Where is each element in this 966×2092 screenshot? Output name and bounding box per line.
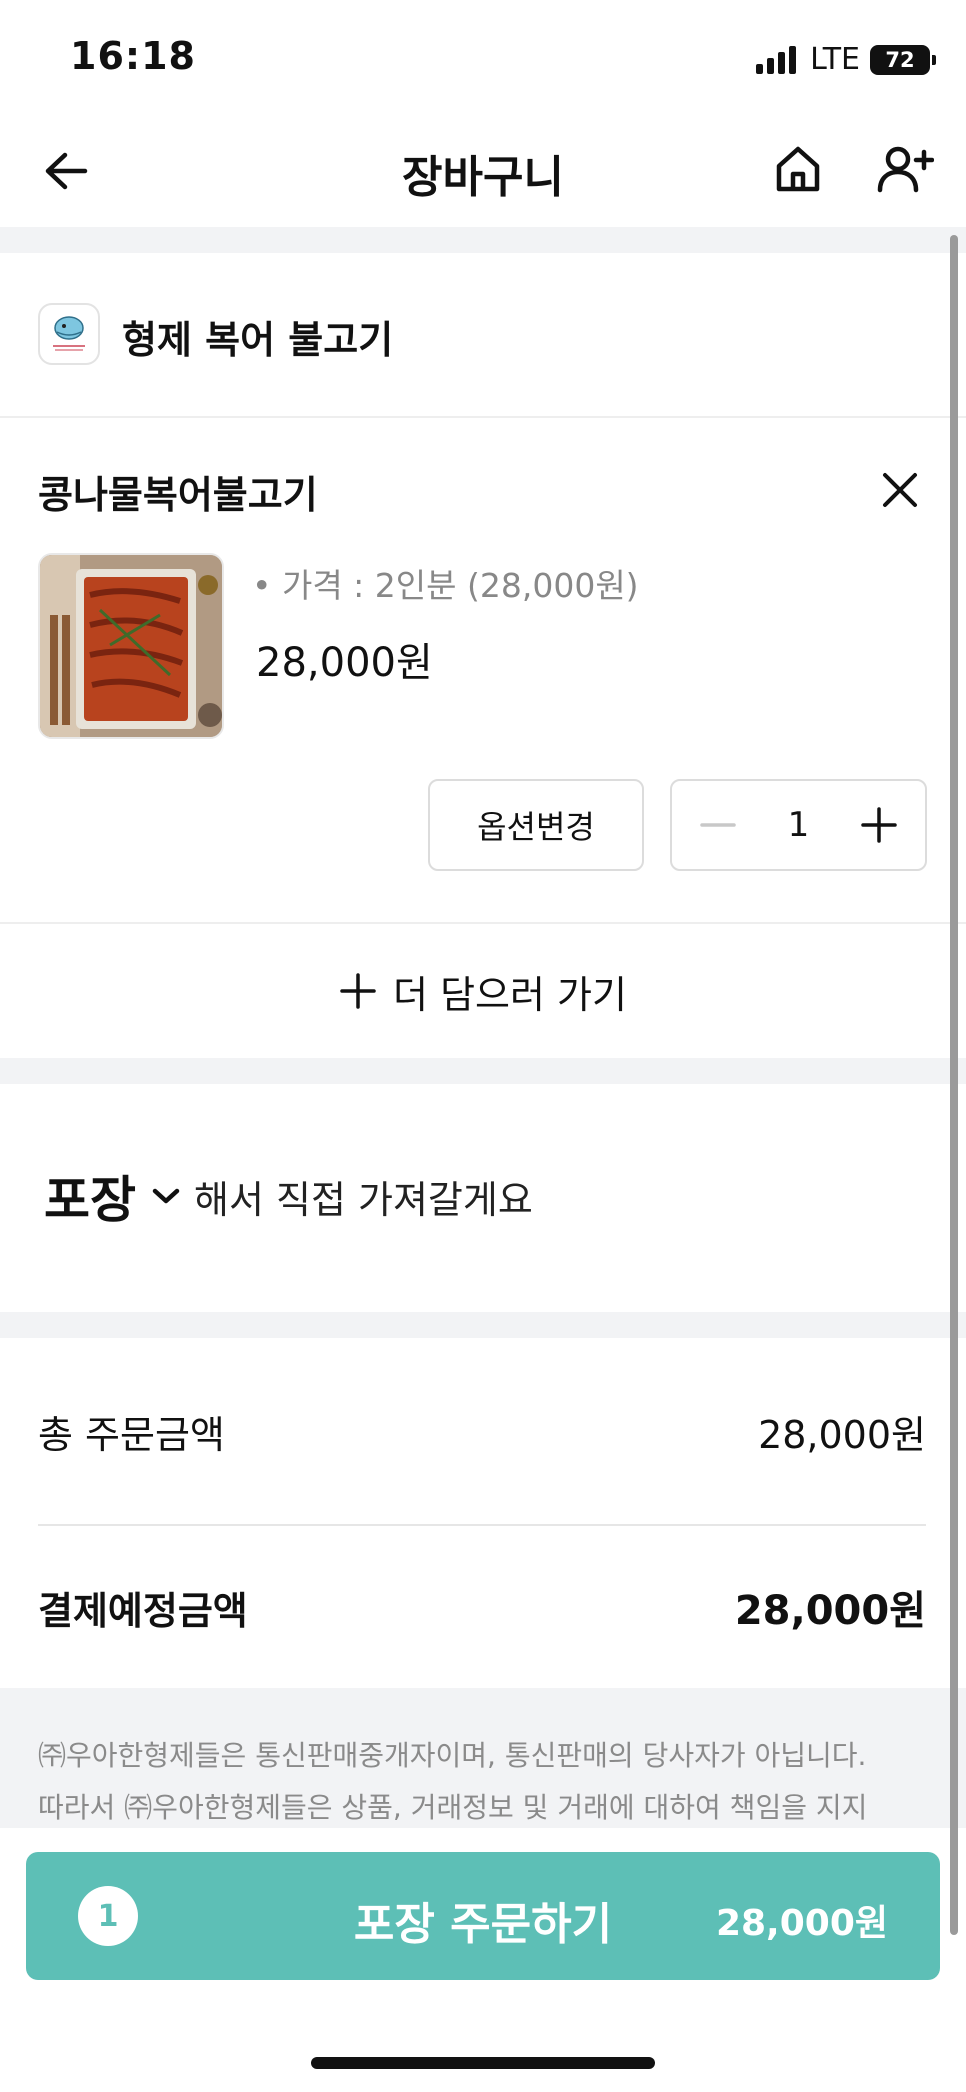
notice-line: ㈜우아한형제들은 통신판매중개자이며, 통신판매의 당사자가 아닙니다.	[38, 1739, 867, 1772]
food-photo	[40, 555, 222, 737]
delivery-type-selector[interactable]: 포장	[44, 1160, 136, 1232]
item-option-text: • 가격 : 2인분 (28,000원)	[252, 566, 639, 605]
item-name: 콩나물복어불고기	[38, 473, 318, 517]
chevron-down-icon[interactable]	[146, 1176, 186, 1216]
store-name: 형제 복어 불고기	[122, 318, 394, 362]
plus-icon	[340, 973, 376, 1009]
plus-icon	[861, 807, 897, 843]
section-divider	[0, 1058, 966, 1084]
delivery-type-row: 포장 해서 직접 가져갈게요	[44, 1160, 533, 1232]
app-header: 장바구니	[0, 115, 966, 227]
payment-amount-value: 28,000원	[734, 1588, 926, 1634]
total-order-label: 총 주문금액	[38, 1413, 225, 1457]
battery-icon: 72	[870, 44, 936, 75]
notice-line: 따라서 ㈜우아한형제들은 상품, 거래정보 및 거래에 대하여 책임을 지지	[38, 1791, 868, 1824]
legal-notice: ㈜우아한형제들은 통신판매중개자이며, 통신판매의 당사자가 아닙니다. 따라서…	[0, 1688, 966, 1828]
quantity-value: 1	[787, 805, 810, 845]
store-row[interactable]: 형제 복어 불고기	[0, 253, 966, 418]
network-label: LTE	[810, 42, 860, 77]
add-more-button[interactable]: 더 담으러 가기	[0, 922, 966, 1058]
option-change-button[interactable]: 옵션변경	[428, 779, 644, 871]
total-order-value: 28,000원	[758, 1413, 926, 1457]
person-add-icon	[877, 146, 934, 193]
decrease-quantity-button[interactable]	[694, 801, 742, 849]
minus-icon	[700, 823, 736, 827]
section-divider	[0, 227, 966, 253]
add-user-button[interactable]	[870, 139, 940, 199]
close-icon	[883, 473, 917, 507]
delivery-type-description: 해서 직접 가져갈게요	[194, 1177, 533, 1222]
signal-icon	[756, 45, 797, 74]
home-button[interactable]	[768, 139, 828, 199]
order-button-price: 28,000원	[715, 1903, 888, 1944]
remove-item-button[interactable]	[870, 460, 930, 520]
quantity-stepper: 1	[670, 779, 927, 871]
payment-amount-label: 결제예정금액	[38, 1589, 248, 1633]
home-icon	[776, 146, 820, 192]
status-time: 16:18	[70, 34, 196, 78]
store-logo-icon	[53, 316, 85, 351]
scrollbar[interactable]	[950, 235, 958, 1935]
status-indicators: LTE 72	[756, 42, 936, 77]
home-indicator[interactable]	[311, 2057, 655, 2069]
section-divider	[0, 1312, 966, 1338]
item-thumbnail	[38, 553, 224, 739]
order-button[interactable]: 1 포장 주문하기 28,000원	[26, 1852, 940, 1980]
item-price: 28,000원	[256, 640, 433, 686]
summary-divider	[38, 1524, 926, 1526]
increase-quantity-button[interactable]	[855, 801, 903, 849]
store-logo	[38, 303, 100, 365]
status-bar: 16:18 LTE 72	[0, 0, 966, 115]
add-more-label: 더 담으러 가기	[393, 972, 627, 1017]
